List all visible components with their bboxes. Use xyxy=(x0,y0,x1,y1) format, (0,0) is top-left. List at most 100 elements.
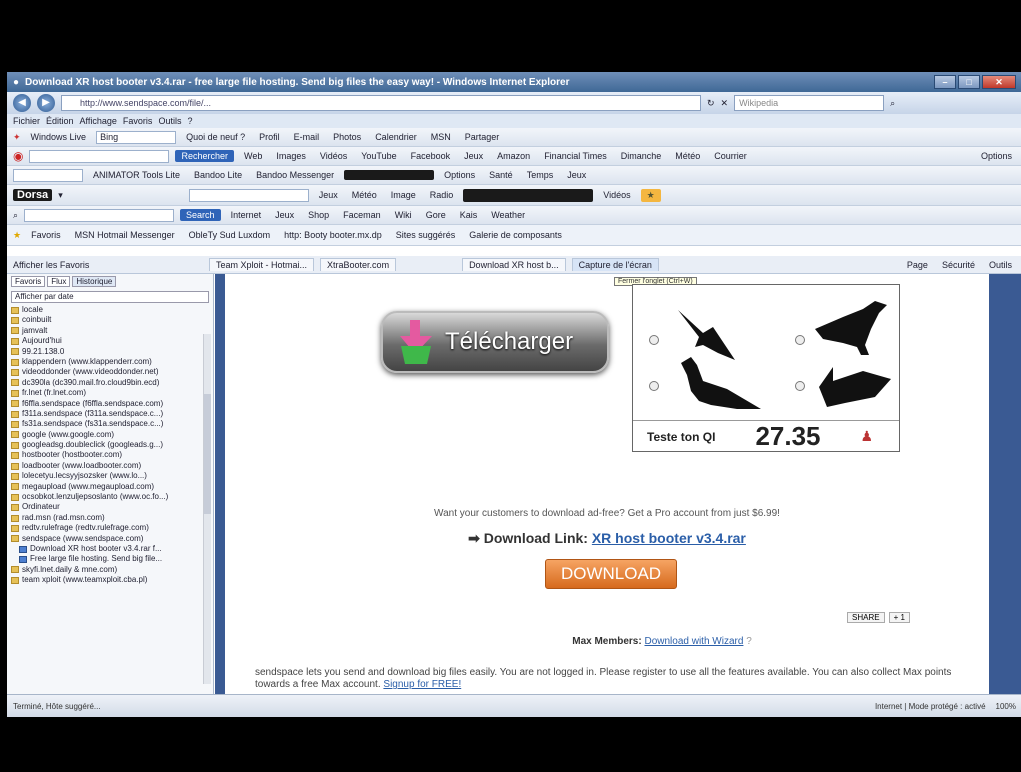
toolbar-search-button[interactable]: Rechercher xyxy=(175,150,235,162)
tab-0[interactable]: Team Xploit - Hotmai... xyxy=(209,258,315,271)
tb3-item-1[interactable]: Bandoo Lite xyxy=(190,168,246,182)
toolbar3-input[interactable] xyxy=(13,168,83,182)
iq-option-3[interactable] xyxy=(649,381,659,391)
bing-search-input[interactable]: Bing xyxy=(96,130,177,144)
sidebar-scrollbar[interactable] xyxy=(203,334,211,684)
tb1-item-5[interactable]: Photos xyxy=(329,130,365,144)
tb5-item-7[interactable]: Kais xyxy=(456,208,482,222)
tab-2[interactable]: Download XR host b... xyxy=(462,258,566,271)
history-item[interactable]: loadbooter (www.loadbooter.com) xyxy=(11,461,209,471)
history-item[interactable]: fr.lnet (fr.lnet.com) xyxy=(11,388,209,398)
tb3-item-5[interactable]: Temps xyxy=(523,168,558,182)
tb2-item-1[interactable]: Web xyxy=(240,149,266,163)
history-item[interactable]: Download XR host booter v3.4.rar f... xyxy=(11,544,209,554)
tb2-item-5[interactable]: Facebook xyxy=(407,149,455,163)
tb5-item-1[interactable]: Internet xyxy=(227,208,266,222)
tb3-item-0[interactable]: ANIMATOR Tools Lite xyxy=(89,168,184,182)
tb5-item-2[interactable]: Jeux xyxy=(271,208,298,222)
sidebar-title[interactable]: Afficher les Favoris xyxy=(13,260,203,270)
help-icon[interactable]: ? xyxy=(746,636,752,647)
history-item[interactable]: redtv.rulefrage (redtv.rulefrage.com) xyxy=(11,523,209,533)
zoom-level[interactable]: 100% xyxy=(996,702,1016,711)
tb1-item-7[interactable]: MSN xyxy=(427,130,455,144)
history-item[interactable]: Ordinateur xyxy=(11,502,209,512)
sidebar-tab-feeds[interactable]: Flux xyxy=(47,276,71,287)
fav-item-4[interactable]: Galerie de composants xyxy=(465,228,566,242)
search-input[interactable]: Wikipedia xyxy=(734,95,885,111)
tab-action-tools[interactable]: Outils xyxy=(985,258,1016,272)
dorsa-menu-icon[interactable]: ▾ xyxy=(58,190,63,201)
tb2-item-9[interactable]: Dimanche xyxy=(617,149,666,163)
dorsa-news-button[interactable]: ★ xyxy=(640,188,661,202)
history-item[interactable]: klappendern (www.klappenderr.com) xyxy=(11,357,209,367)
download-file-link[interactable]: XR host booter v3.4.rar xyxy=(592,530,746,546)
fav-item-2[interactable]: http: Booty booter.mx.dp xyxy=(280,228,386,242)
history-item[interactable]: skyfi.lnet.daily & mne.com) xyxy=(11,565,209,575)
tb2-item-11[interactable]: Courrier xyxy=(710,149,751,163)
tab-1[interactable]: XtraBooter.com xyxy=(320,258,397,271)
tb1-item-8[interactable]: Partager xyxy=(461,130,504,144)
dorsa-search-input[interactable] xyxy=(188,188,309,202)
history-item[interactable]: jamvalt xyxy=(11,326,209,336)
page-scrollbar[interactable] xyxy=(1004,274,1021,694)
menu-edit[interactable]: Édition xyxy=(46,116,74,126)
tb4-item-0[interactable]: Jeux xyxy=(315,188,342,202)
tb3-item-3[interactable]: Options xyxy=(440,168,479,182)
address-input[interactable]: http://www.sendspace.com/file/... xyxy=(61,95,701,111)
history-item[interactable]: team xploit (www.teamxploit.cba.pl) xyxy=(11,575,209,585)
fav-item-0[interactable]: MSN Hotmail Messenger xyxy=(71,228,179,242)
menu-tools[interactable]: Outils xyxy=(158,116,181,126)
search-icon[interactable]: ⌕ xyxy=(890,98,895,109)
history-item[interactable]: sendspace (www.sendspace.com) xyxy=(11,534,209,544)
history-item[interactable]: ocsobkot.lenzuljepsoslanto (www.oc.fo...… xyxy=(11,492,209,502)
tb5-item-6[interactable]: Gore xyxy=(422,208,450,222)
download-button[interactable]: DOWNLOAD xyxy=(545,559,677,589)
download-wizard-link[interactable]: Download with Wizard xyxy=(644,636,743,647)
tb1-item-2[interactable]: Quoi de neuf ? xyxy=(182,130,249,144)
menu-favorites[interactable]: Favoris xyxy=(123,116,153,126)
iq-option-2[interactable] xyxy=(795,335,805,345)
favorites-label[interactable]: Favoris xyxy=(27,228,65,242)
tb2-item-2[interactable]: Images xyxy=(272,149,310,163)
iq-option-1[interactable] xyxy=(649,335,659,345)
maximize-button[interactable]: □ xyxy=(958,75,980,89)
menu-file[interactable]: Fichier xyxy=(13,116,40,126)
history-item[interactable]: dc390la (dc390.mail.fro.cloud9bin.ecd) xyxy=(11,378,209,388)
forward-button[interactable]: ▶ xyxy=(37,94,55,112)
sidebar-scroll-thumb[interactable] xyxy=(204,394,211,514)
history-item[interactable]: 99.21.138.0 xyxy=(11,347,209,357)
stop-icon[interactable]: ✕ xyxy=(721,98,729,109)
refresh-icon[interactable]: ↻ xyxy=(707,98,715,109)
tab-action-page[interactable]: Page xyxy=(903,258,932,272)
dorsa-player[interactable] xyxy=(463,188,594,202)
sidebar-tab-history[interactable]: Historique xyxy=(72,276,117,287)
fav-item-3[interactable]: Sites suggérés xyxy=(392,228,460,242)
menu-view[interactable]: Affichage xyxy=(80,116,117,126)
history-view-select[interactable]: Afficher par date xyxy=(11,291,209,303)
history-item[interactable]: Aujourd'hui xyxy=(11,336,209,346)
history-item[interactable]: locale xyxy=(11,305,209,315)
tb3-item-2[interactable]: Bandoo Messenger xyxy=(252,168,338,182)
history-item[interactable]: hostbooter (hostbooter.com) xyxy=(11,450,209,460)
menu-help[interactable]: ? xyxy=(187,116,192,126)
tb2-item-7[interactable]: Amazon xyxy=(493,149,534,163)
telecharger-button[interactable]: Télécharger xyxy=(381,311,609,373)
history-item[interactable]: videoddonder (www.videoddonder.net) xyxy=(11,367,209,377)
tb4-item-3[interactable]: Radio xyxy=(426,188,458,202)
tb5-item-4[interactable]: Faceman xyxy=(339,208,385,222)
toolbar5-search-input[interactable] xyxy=(24,208,175,222)
toolbar-search-input[interactable] xyxy=(29,149,170,163)
tb1-item-6[interactable]: Calendrier xyxy=(371,130,421,144)
tb2-item-6[interactable]: Jeux xyxy=(460,149,487,163)
tb4-item-2[interactable]: Image xyxy=(387,188,420,202)
share-count[interactable]: + 1 xyxy=(888,612,910,623)
tb1-item-0[interactable]: Windows Live xyxy=(27,130,91,144)
history-item[interactable]: f311a.sendspace (f311a.sendspace.c...) xyxy=(11,409,209,419)
tb2-item-12[interactable]: Options xyxy=(977,149,1016,163)
history-item[interactable]: megaupload (www.megaupload.com) xyxy=(11,482,209,492)
fav-item-1[interactable]: ObleTy Sud Luxdom xyxy=(185,228,275,242)
tb4-item-1[interactable]: Météo xyxy=(348,188,381,202)
tb2-item-10[interactable]: Météo xyxy=(671,149,704,163)
tb1-item-3[interactable]: Profil xyxy=(255,130,284,144)
history-item[interactable]: rad.msn (rad.msn.com) xyxy=(11,513,209,523)
